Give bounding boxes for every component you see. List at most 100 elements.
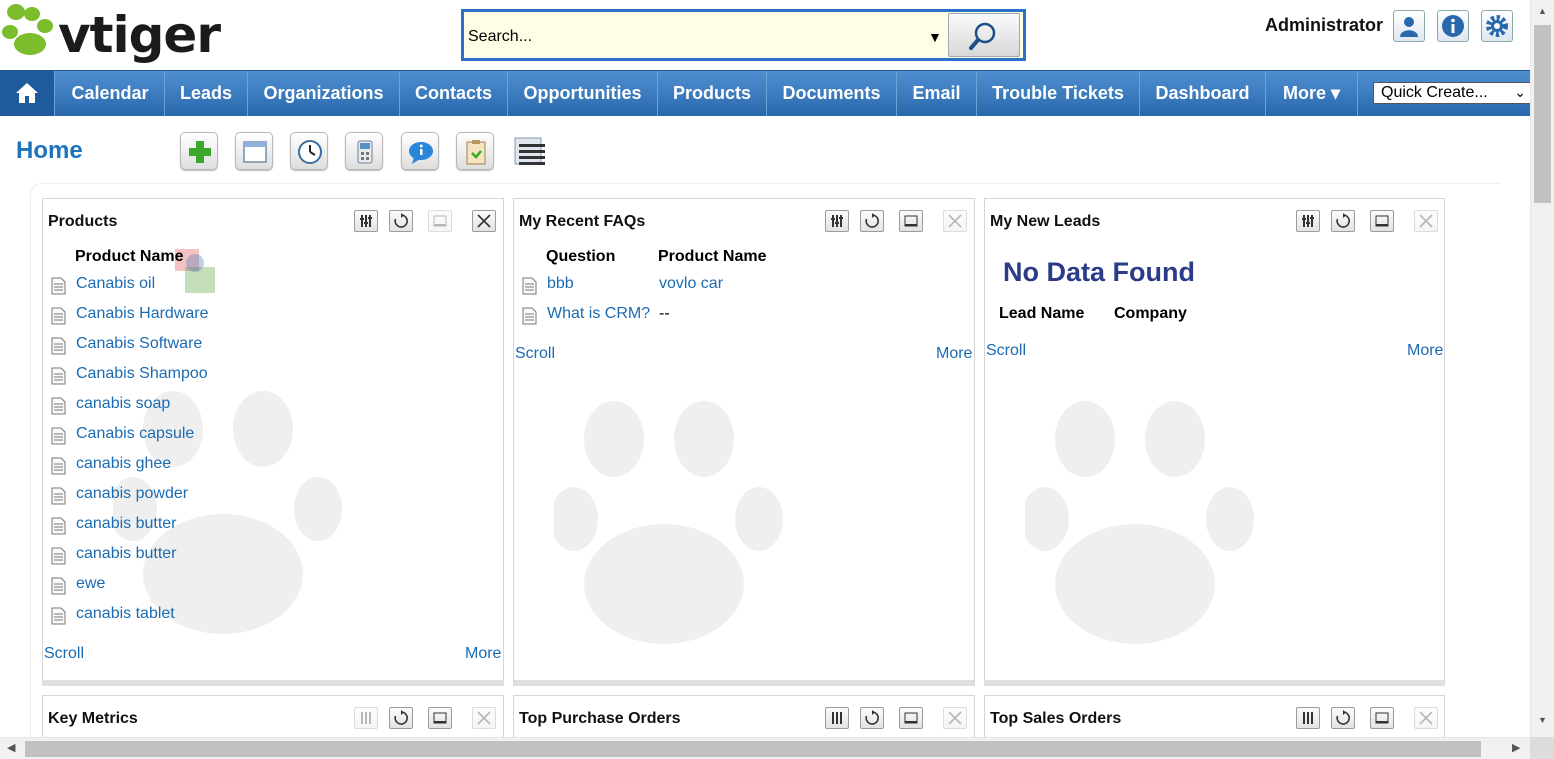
product-link[interactable]: canabis ghee (76, 455, 171, 473)
search-input[interactable] (468, 24, 928, 50)
more-link[interactable]: More (1407, 342, 1443, 360)
scroll-link[interactable]: Scroll (44, 645, 84, 663)
faq-question-link[interactable]: What is CRM? (547, 305, 650, 323)
quick-create-select[interactable]: Quick Create... ⌄ (1373, 82, 1533, 104)
column-header-question: Question (546, 248, 616, 265)
widget-close-button[interactable] (1414, 210, 1438, 232)
widget-refresh-button[interactable] (389, 707, 413, 729)
widget-settings-button[interactable] (354, 210, 378, 232)
widget-resize-button[interactable] (899, 210, 923, 232)
widget-settings-button[interactable] (825, 210, 849, 232)
nav-item-more[interactable]: More ▾ (1266, 71, 1358, 116)
scroll-right-arrow-icon[interactable]: ▶ (1512, 741, 1520, 754)
list-item: Canabis Hardware (49, 305, 489, 327)
product-link[interactable]: Canabis Shampoo (76, 365, 208, 383)
widget-settings-button[interactable] (825, 707, 849, 729)
widget-refresh-button[interactable] (860, 210, 884, 232)
scroll-up-arrow-icon[interactable]: ▲ (1538, 6, 1547, 16)
nav-item-products[interactable]: Products (658, 71, 767, 116)
widget-refresh-button[interactable] (860, 707, 884, 729)
user-name[interactable]: Administrator (1265, 15, 1383, 36)
nav-item-organizations[interactable]: Organizations (248, 71, 400, 116)
refresh-icon (865, 213, 879, 228)
product-link[interactable]: canabis powder (76, 485, 188, 503)
nav-item-contacts[interactable]: Contacts (400, 71, 508, 116)
search-button[interactable] (948, 13, 1020, 57)
widget-close-button[interactable] (472, 210, 496, 232)
resize-icon (1375, 712, 1389, 724)
document-icon (522, 307, 537, 325)
product-link[interactable]: canabis tablet (76, 605, 175, 623)
faq-question-link[interactable]: bbb (547, 275, 574, 293)
widget-title: Key Metrics (48, 710, 138, 727)
scroll-link[interactable]: Scroll (986, 342, 1026, 360)
refresh-icon (394, 213, 408, 228)
nav-item-trouble-tickets[interactable]: Trouble Tickets (977, 71, 1140, 116)
scroll-left-arrow-icon[interactable]: ◀ (7, 741, 15, 754)
vtiger-logo[interactable]: vtiger (2, 2, 252, 68)
widget-resize-button[interactable] (428, 210, 452, 232)
widget-close-button[interactable] (943, 707, 967, 729)
product-link[interactable]: Canabis capsule (76, 425, 194, 443)
widget-close-button[interactable] (1414, 707, 1438, 729)
tag-cloud-button[interactable] (511, 134, 549, 170)
product-link[interactable]: Canabis Hardware (76, 305, 209, 323)
widget-resize-button[interactable] (899, 707, 923, 729)
widget-settings-button[interactable] (354, 707, 378, 729)
nav-item-calendar[interactable]: Calendar (56, 71, 165, 116)
more-link[interactable]: More (465, 645, 501, 663)
list-item: Canabis Software (49, 335, 489, 357)
widget-resize-button[interactable] (1370, 707, 1394, 729)
add-widget-button[interactable] (180, 132, 218, 170)
products-widget: Products Product Name Canabis oil Canabis… (42, 198, 504, 686)
new-leads-widget: My New Leads No Data Found Lead Name Com… (984, 198, 1445, 686)
nav-item-leads[interactable]: Leads (165, 71, 248, 116)
faq-product-link[interactable]: vovlo car (659, 275, 723, 293)
user-profile-icon[interactable] (1393, 10, 1425, 42)
calculator-icon (357, 140, 373, 164)
product-link[interactable]: canabis butter (76, 545, 177, 563)
nav-item-opportunities[interactable]: Opportunities (508, 71, 658, 116)
product-link[interactable]: Canabis oil (76, 275, 155, 293)
document-icon (51, 547, 66, 565)
refresh-icon (1336, 710, 1350, 725)
nav-item-documents[interactable]: Documents (767, 71, 897, 116)
settings-gear-icon[interactable] (1481, 10, 1513, 42)
product-link[interactable]: ewe (76, 575, 105, 593)
widget-refresh-button[interactable] (1331, 210, 1355, 232)
notebook-button[interactable] (456, 132, 494, 170)
nav-item-dashboard[interactable]: Dashboard (1140, 71, 1266, 116)
chevron-down-icon: ⌄ (1514, 84, 1526, 100)
widget-resize-button[interactable] (1370, 210, 1394, 232)
product-link[interactable]: Canabis Software (76, 335, 202, 353)
chat-button[interactable] (401, 132, 439, 170)
info-icon[interactable] (1437, 10, 1469, 42)
resize-icon (904, 712, 918, 724)
clock-button[interactable] (290, 132, 328, 170)
search-module-dropdown-icon[interactable]: ▼ (928, 29, 942, 45)
nav-item-email[interactable]: Email (897, 71, 977, 116)
list-item: canabis ghee (49, 455, 489, 477)
product-link[interactable]: canabis soap (76, 395, 170, 413)
widget-resize-button[interactable] (428, 707, 452, 729)
widget-settings-button[interactable] (1296, 210, 1320, 232)
widget-close-button[interactable] (943, 210, 967, 232)
horizontal-scroll-thumb[interactable] (25, 741, 1481, 757)
widget-settings-button[interactable] (1296, 707, 1320, 729)
product-link[interactable]: canabis butter (76, 515, 177, 533)
resize-icon (433, 215, 447, 227)
widget-refresh-button[interactable] (389, 210, 413, 232)
widget-refresh-button[interactable] (1331, 707, 1355, 729)
more-link[interactable]: More (936, 345, 972, 363)
vertical-scrollbar[interactable]: ▲ ▼ (1530, 0, 1554, 737)
vertical-scroll-thumb[interactable] (1534, 25, 1551, 203)
scroll-down-arrow-icon[interactable]: ▼ (1538, 715, 1547, 725)
home-button[interactable] (0, 71, 55, 116)
close-icon (1419, 214, 1433, 228)
layout-button[interactable] (235, 132, 273, 170)
document-icon (51, 337, 66, 355)
widget-close-button[interactable] (472, 707, 496, 729)
horizontal-scrollbar[interactable]: ◀ ▶ (0, 737, 1530, 759)
scroll-link[interactable]: Scroll (515, 345, 555, 363)
calculator-button[interactable] (345, 132, 383, 170)
